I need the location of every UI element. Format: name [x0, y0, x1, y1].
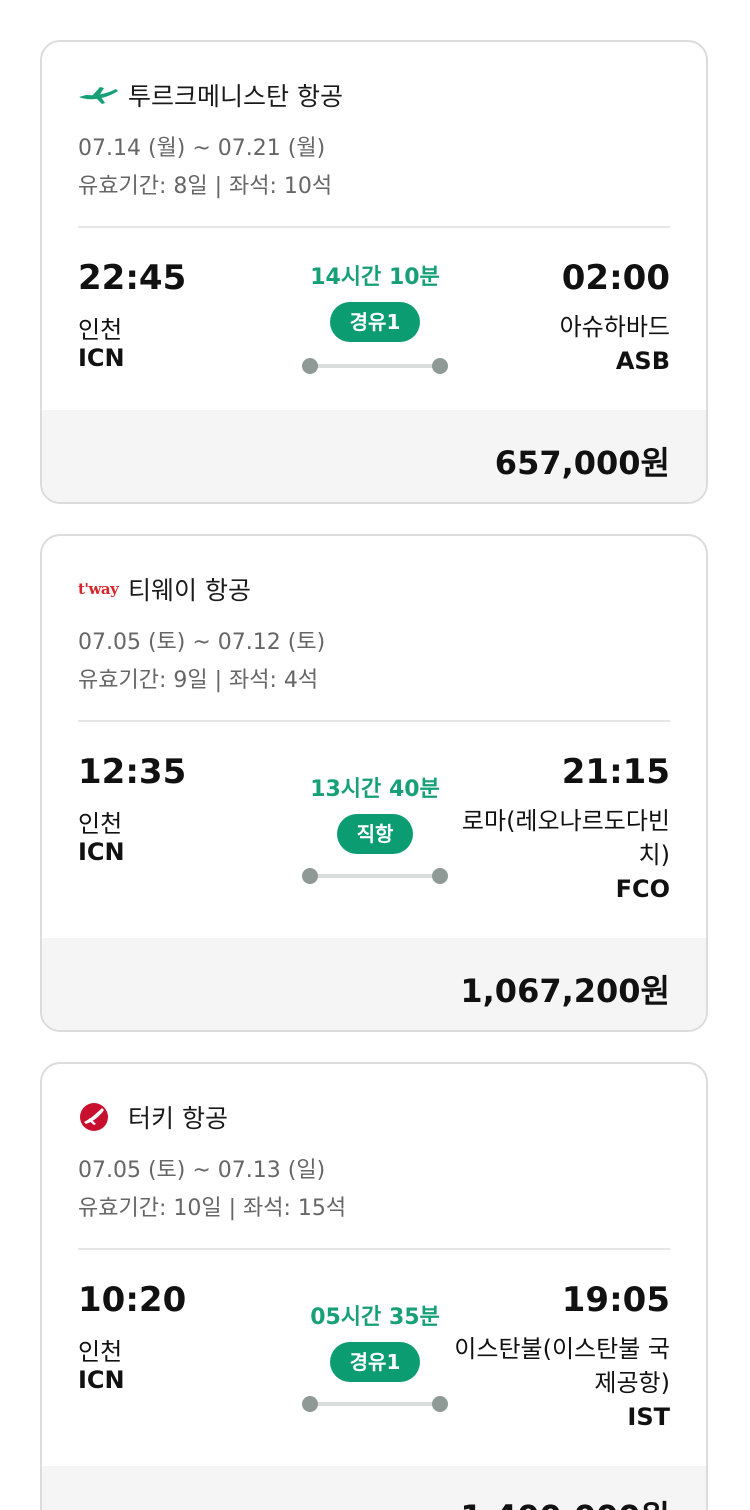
- departure-city: 인천: [78, 316, 123, 344]
- departure-time: 12:35: [78, 752, 187, 792]
- travel-dates: 07.05 (토) ~ 07.12 (토): [78, 630, 326, 655]
- price: 1,400,000원: [460, 1492, 670, 1510]
- travel-dates: 07.14 (월) ~ 07.21 (월): [78, 136, 326, 161]
- arrival-info: 이스탄불(이스탄불 국제공항) IST: [440, 1332, 670, 1434]
- stops-badge: 경유1: [329, 1342, 421, 1382]
- flight-duration: 13시간 40분: [310, 777, 440, 802]
- destination-dot: [432, 868, 448, 884]
- price-footer: 657,000원: [42, 410, 706, 502]
- stops-badge: 경유1: [329, 302, 421, 342]
- arrival-time: 21:15: [561, 752, 670, 792]
- flight-duration: 05시간 35분: [310, 1305, 440, 1330]
- origin-dot: [302, 358, 318, 374]
- departure-code: ICN: [78, 1366, 125, 1394]
- divider: [78, 720, 670, 722]
- route-line: [302, 1396, 448, 1412]
- airline-row: 터키 항공: [78, 1100, 228, 1134]
- origin-dot: [302, 1396, 318, 1412]
- price: 657,000원: [494, 444, 670, 482]
- flight-route-info: 14시간 10분 경유1: [300, 264, 450, 374]
- validity-seats: 유효기간: 9일 | 좌석: 4석: [78, 668, 319, 693]
- turkish-airlines-logo-icon: [78, 1102, 120, 1132]
- airline-row: 투르크메니스탄 항공: [78, 78, 343, 112]
- flight-duration: 14시간 10분: [310, 265, 440, 290]
- price-footer: 1,067,200원: [42, 938, 706, 1030]
- arrival-time: 02:00: [561, 258, 670, 298]
- arrival-city: 아슈하바드: [559, 313, 670, 341]
- price: 1,067,200원: [460, 972, 670, 1010]
- departure-time: 10:20: [78, 1280, 187, 1320]
- origin-dot: [302, 868, 318, 884]
- arrival-city: 로마(레오나르도다빈치): [461, 807, 670, 869]
- validity-seats: 유효기간: 10일 | 좌석: 15석: [78, 1196, 347, 1221]
- arrival-info: 아슈하바드 ASB: [440, 310, 670, 378]
- route-line: [302, 358, 448, 374]
- airline-name: 티웨이 항공: [128, 576, 251, 605]
- arrival-code: FCO: [615, 875, 670, 903]
- departure-city: 인천: [78, 1338, 123, 1366]
- price-footer: 1,400,000원: [42, 1466, 706, 1510]
- flight-route-info: 05시간 35분 경유1: [300, 1304, 450, 1412]
- arrival-code: ASB: [615, 347, 670, 375]
- arrival-city: 이스탄불(이스탄불 국제공항): [454, 1335, 670, 1397]
- arrival-info: 로마(레오나르도다빈치) FCO: [450, 804, 670, 906]
- departure-code: ICN: [78, 344, 125, 372]
- validity-seats: 유효기간: 8일 | 좌석: 10석: [78, 174, 333, 199]
- divider: [78, 226, 670, 228]
- departure-code: ICN: [78, 838, 125, 866]
- flight-result-list: 투르크메니스탄 항공 07.14 (월) ~ 07.21 (월) 유효기간: 8…: [0, 0, 750, 1510]
- travel-dates: 07.05 (토) ~ 07.13 (일): [78, 1158, 326, 1183]
- divider: [78, 1248, 670, 1250]
- flight-card[interactable]: 터키 항공 07.05 (토) ~ 07.13 (일) 유효기간: 10일 | …: [40, 1062, 708, 1510]
- flight-route-info: 13시간 40분 직항: [300, 776, 450, 884]
- airline-name: 터키 항공: [128, 1104, 228, 1133]
- flight-card[interactable]: 투르크메니스탄 항공 07.14 (월) ~ 07.21 (월) 유효기간: 8…: [40, 40, 708, 504]
- route-line: [302, 868, 448, 884]
- arrival-time: 19:05: [561, 1280, 670, 1320]
- airline-row: t'way 티웨이 항공: [78, 572, 251, 606]
- airline-name: 투르크메니스탄 항공: [128, 82, 343, 111]
- flight-card[interactable]: t'way 티웨이 항공 07.05 (토) ~ 07.12 (토) 유효기간:…: [40, 534, 708, 1032]
- stops-badge: 직항: [336, 814, 414, 854]
- turkmenistan-airlines-logo-icon: [78, 80, 120, 110]
- departure-time: 22:45: [78, 258, 187, 298]
- arrival-code: IST: [627, 1403, 670, 1431]
- departure-city: 인천: [78, 810, 123, 838]
- tway-logo-icon: t'way: [78, 580, 119, 598]
